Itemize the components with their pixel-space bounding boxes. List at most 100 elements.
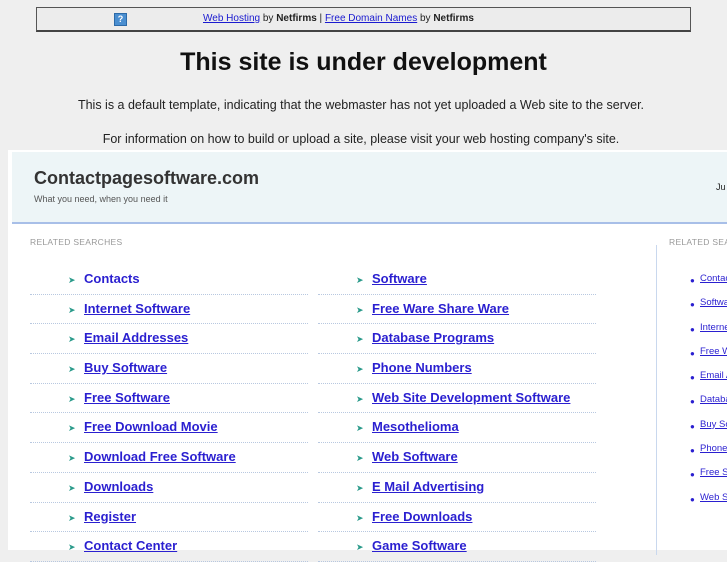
search-item: ➤ Free Ware Share Ware <box>318 295 596 325</box>
separator: | <box>316 13 325 24</box>
search-item: ➤ Game Software <box>318 532 596 562</box>
search-link[interactable]: Free Ware Share Ware <box>372 301 509 316</box>
search-item: ➤ Mesothelioma <box>318 413 596 444</box>
sidebar-item: ● Internet Software <box>678 321 727 345</box>
search-link[interactable]: E Mail Advertising <box>372 479 484 494</box>
site-tagline: What you need, when you need it <box>34 194 168 204</box>
netfirms-text: Web Hosting by Netfirms | Free Domain Na… <box>203 13 474 24</box>
arrow-icon: ➤ <box>356 393 364 404</box>
divider <box>656 245 657 555</box>
search-link[interactable]: Contacts <box>84 271 140 286</box>
sidebar-link[interactable]: Web Site Development Software <box>700 492 727 503</box>
header-right-text: Ju <box>716 182 726 192</box>
arrow-icon: ➤ <box>68 393 76 404</box>
bullet-icon: ● <box>690 300 695 310</box>
search-item: ➤ Internet Software <box>30 295 308 325</box>
sidebar-item: ● Free Ware Share Ware <box>678 345 727 369</box>
bullet-icon: ● <box>690 470 695 480</box>
by-text: by <box>260 13 277 24</box>
sidebar-link[interactable]: Internet Software <box>700 322 727 333</box>
arrow-icon: ➤ <box>356 542 364 553</box>
search-link[interactable]: Downloads <box>84 479 153 494</box>
arrow-icon: ➤ <box>356 453 364 464</box>
web-hosting-link[interactable]: Web Hosting <box>203 13 260 24</box>
brand: Netfirms <box>433 13 474 24</box>
site-name[interactable]: Contactpagesoftware.com <box>34 168 259 189</box>
search-item: ➤ Phone Numbers <box>318 354 596 384</box>
sidebar-link[interactable]: Buy Software <box>700 419 727 430</box>
arrow-icon: ➤ <box>68 482 76 493</box>
search-link[interactable]: Free Software <box>84 390 170 405</box>
bullet-icon: ● <box>690 446 695 456</box>
search-item: ➤ Database Programs <box>318 324 596 355</box>
bullet-icon: ● <box>690 494 695 504</box>
arrow-icon: ➤ <box>68 453 76 464</box>
brand: Netfirms <box>276 13 317 24</box>
search-link[interactable]: Free Downloads <box>372 509 472 524</box>
sidebar-link[interactable]: Contacts <box>700 273 727 284</box>
search-item: ➤ Buy Software <box>30 354 308 384</box>
left-column: ➤ Contacts ➤ Internet Software ➤ Email Addres… <box>30 265 308 562</box>
related-searches-label: RELATED SEARCHES <box>30 237 123 247</box>
arrow-icon: ➤ <box>356 364 364 375</box>
sidebar-link[interactable]: Software <box>700 297 727 308</box>
search-link[interactable]: Game Software <box>372 538 467 553</box>
search-link[interactable]: Web Site Development Software <box>372 390 570 405</box>
arrow-icon: ➤ <box>68 512 76 523</box>
search-link[interactable]: Software <box>372 271 427 286</box>
search-item: ➤ Web Site Development Software <box>318 384 596 414</box>
search-item: ➤ Contacts <box>30 265 308 295</box>
search-link[interactable]: Mesothelioma <box>372 419 459 434</box>
by-text: by <box>417 13 434 24</box>
arrow-icon: ➤ <box>356 304 364 315</box>
search-link[interactable]: Contact Center <box>84 538 177 553</box>
bullet-icon: ● <box>690 373 695 383</box>
search-item: ➤ Free Software <box>30 384 308 414</box>
bullet-icon: ● <box>690 324 695 334</box>
arrow-icon: ➤ <box>68 542 76 553</box>
sidebar-item: ● Free Software <box>678 466 727 490</box>
search-link[interactable]: Phone Numbers <box>372 360 472 375</box>
search-link[interactable]: Register <box>84 509 136 524</box>
sidebar-item: ● Contacts <box>678 272 727 296</box>
search-item: ➤ Download Free Software <box>30 443 308 473</box>
search-item: ➤ Email Addresses <box>30 324 308 355</box>
search-link[interactable]: Web Software <box>372 449 458 464</box>
sidebar-item: ● Phone Numbers <box>678 442 727 466</box>
search-link[interactable]: Buy Software <box>84 360 167 375</box>
arrow-icon: ➤ <box>68 423 76 434</box>
search-item: ➤ Contact Center <box>30 532 308 562</box>
search-link[interactable]: Download Free Software <box>84 449 236 464</box>
sidebar-item: ● Buy Software <box>678 418 727 442</box>
sidebar-link[interactable]: Free Software <box>700 467 727 478</box>
arrow-icon: ➤ <box>68 304 76 315</box>
arrow-icon: ➤ <box>68 275 76 285</box>
search-link[interactable]: Free Download Movie <box>84 419 218 434</box>
sidebar-link[interactable]: Database Programs <box>700 394 727 405</box>
sidebar-item: ● Software <box>678 296 727 320</box>
search-link[interactable]: Email Addresses <box>84 330 188 345</box>
arrow-icon: ➤ <box>356 512 364 523</box>
sidebar-item: ● Email Addresses <box>678 369 727 393</box>
sidebar-link[interactable]: Free Ware Share Ware <box>700 346 727 357</box>
sidebar-label: RELATED SEARCHES <box>669 237 727 247</box>
sidebar-link[interactable]: Phone Numbers <box>700 443 727 454</box>
sidebar-link[interactable]: Email Addresses <box>700 370 727 381</box>
search-link[interactable]: Database Programs <box>372 330 494 345</box>
parked-page-frame: Contactpagesoftware.com What you need, w… <box>8 150 727 562</box>
search-item: ➤ Register <box>30 503 308 533</box>
sidebar-list: ● Contacts ● Software ● Internet Software ● Fre… <box>678 272 727 515</box>
search-link[interactable]: Internet Software <box>84 301 190 316</box>
free-domain-link[interactable]: Free Domain Names <box>325 13 417 24</box>
search-item: ➤ Web Software <box>318 443 596 473</box>
arrow-icon: ➤ <box>356 275 364 285</box>
page-title: This site is under development <box>180 48 547 76</box>
bullet-icon: ● <box>690 397 695 407</box>
search-item: ➤ Downloads <box>30 473 308 503</box>
search-item: ➤ Free Download Movie <box>30 413 308 444</box>
netfirms-bar: ? Web Hosting by Netfirms | Free Domain … <box>36 7 691 32</box>
sidebar-item: ● Web Site Development Software <box>678 491 727 515</box>
bullet-icon: ● <box>690 348 695 358</box>
bullet-icon: ● <box>690 421 695 431</box>
question-icon[interactable]: ? <box>114 13 127 26</box>
